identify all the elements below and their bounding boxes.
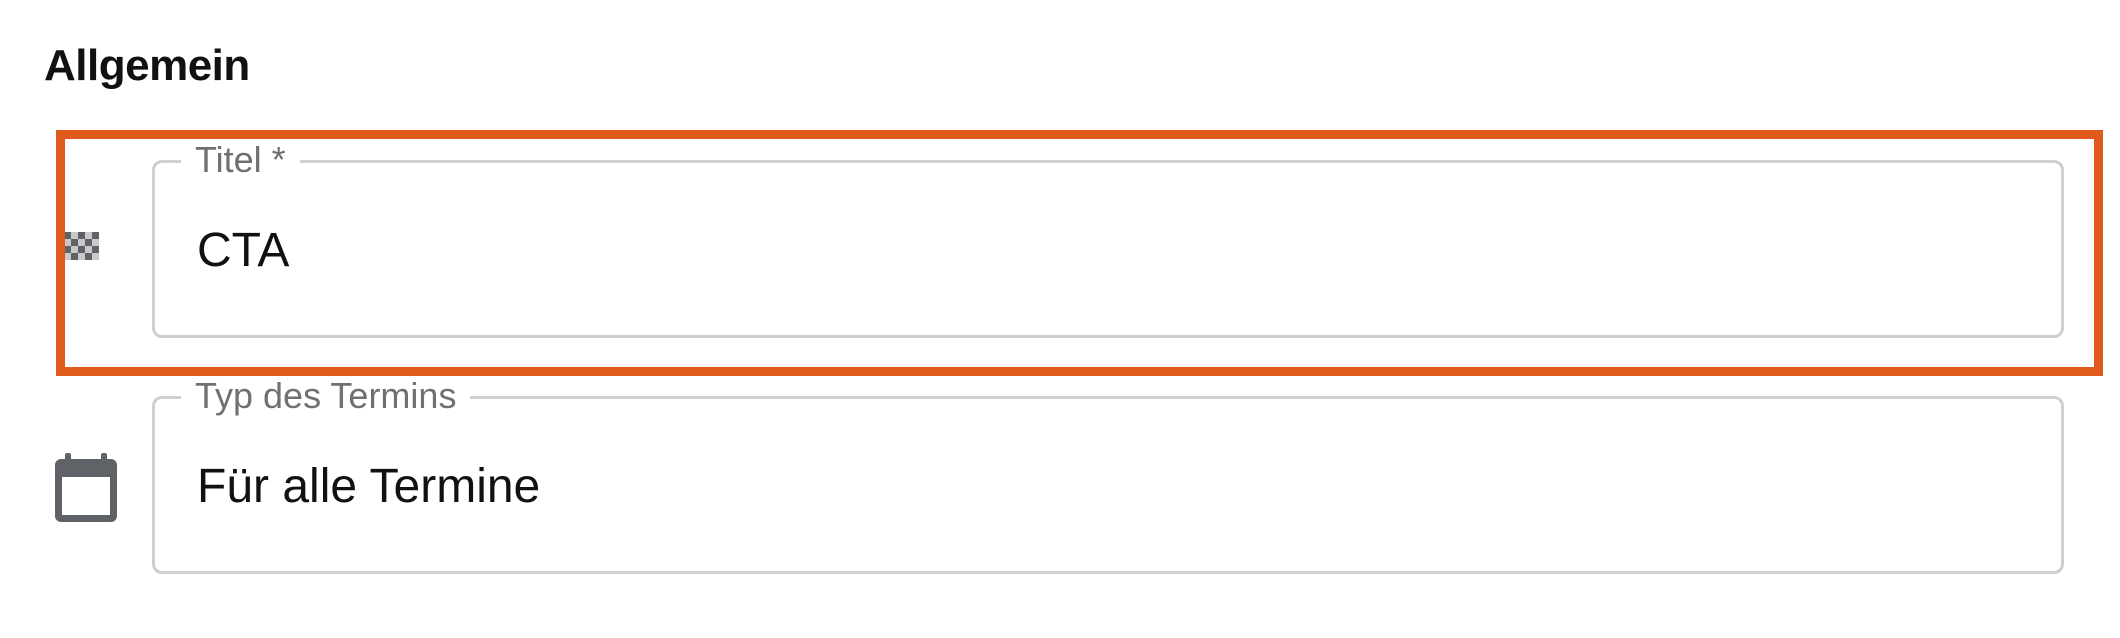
title-field-label: Titel *: [181, 138, 300, 182]
calendar-icon: [52, 450, 120, 526]
title-input[interactable]: Titel * CTA: [152, 138, 2064, 338]
title-field-value: CTA: [197, 224, 290, 277]
checkered-flag-icon: [52, 222, 112, 278]
event-type-select[interactable]: Typ des Termins Für alle Termine: [152, 374, 2064, 574]
event-type-field-label: Typ des Termins: [181, 374, 471, 418]
event-type-field-value: Für alle Termine: [197, 460, 541, 513]
title-field-row: Titel * CTA: [0, 130, 2120, 360]
section-title: Allgemein: [44, 41, 250, 90]
event-type-field-row: Typ des Termins Für alle Termine: [0, 370, 2120, 600]
